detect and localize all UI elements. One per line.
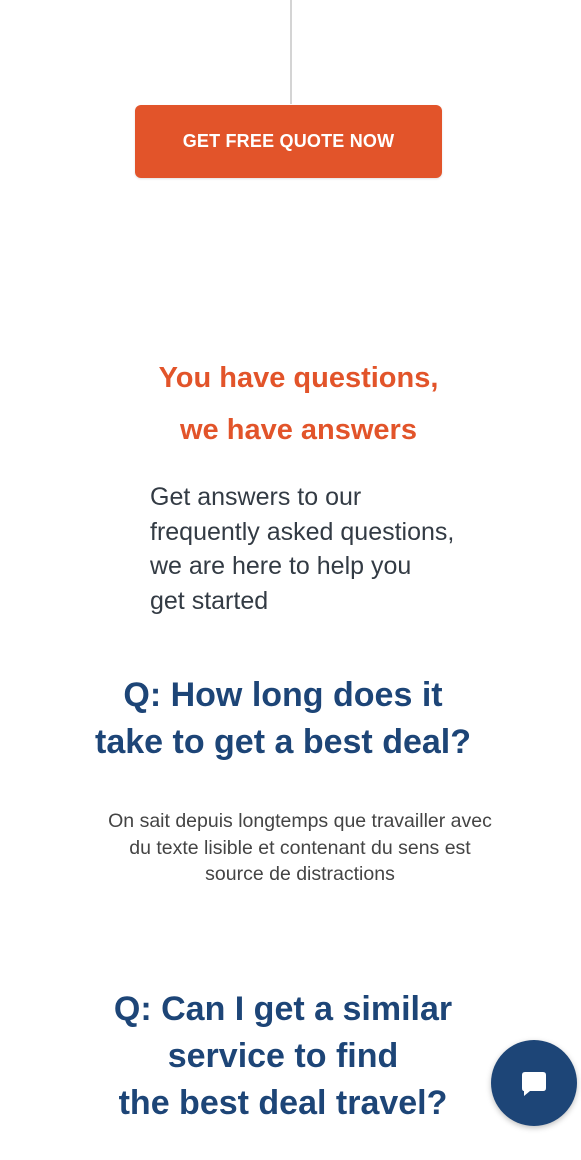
chat-launcher-button[interactable] bbox=[491, 1040, 577, 1126]
faq-section-heading: You have questions, we have answers bbox=[0, 352, 581, 456]
faq-intro-line: get started bbox=[150, 586, 269, 615]
faq-question-1[interactable]: Q: How long does it take to get a best d… bbox=[0, 672, 566, 766]
faq-question-line: Q: How long does it bbox=[123, 676, 443, 714]
faq-question-line: Q: Can I get a similar bbox=[113, 990, 453, 1028]
faq-answer-1: On sait depuis longtemps que travailler … bbox=[60, 808, 540, 888]
faq-heading-line-1: You have questions, bbox=[158, 362, 439, 394]
faq-intro-line: we are here to help you bbox=[150, 552, 412, 580]
faq-heading-line-2: we have answers bbox=[180, 414, 417, 446]
faq-intro-line: Get answers to our bbox=[150, 483, 362, 511]
vertical-divider-line bbox=[290, 0, 292, 104]
faq-answer-line: On sait depuis longtemps que travailler … bbox=[108, 810, 492, 832]
faq-answer-line: source de distractions bbox=[205, 863, 395, 885]
get-free-quote-button[interactable]: GET FREE QUOTE NOW bbox=[135, 105, 442, 178]
faq-intro-line: frequently asked questions, bbox=[150, 517, 455, 546]
faq-answer-line: du texte lisible et contenant du sens es… bbox=[129, 836, 471, 859]
faq-question-line: service to find bbox=[167, 1037, 399, 1075]
faq-question-line: take to get a best deal? bbox=[95, 723, 471, 761]
chat-bubble-icon bbox=[522, 1072, 546, 1096]
faq-intro-text: Get answers to our frequently asked ques… bbox=[150, 480, 550, 618]
faq-question-2[interactable]: Q: Can I get a similar service to find t… bbox=[0, 986, 566, 1127]
faq-question-line: the best deal travel? bbox=[118, 1084, 448, 1122]
